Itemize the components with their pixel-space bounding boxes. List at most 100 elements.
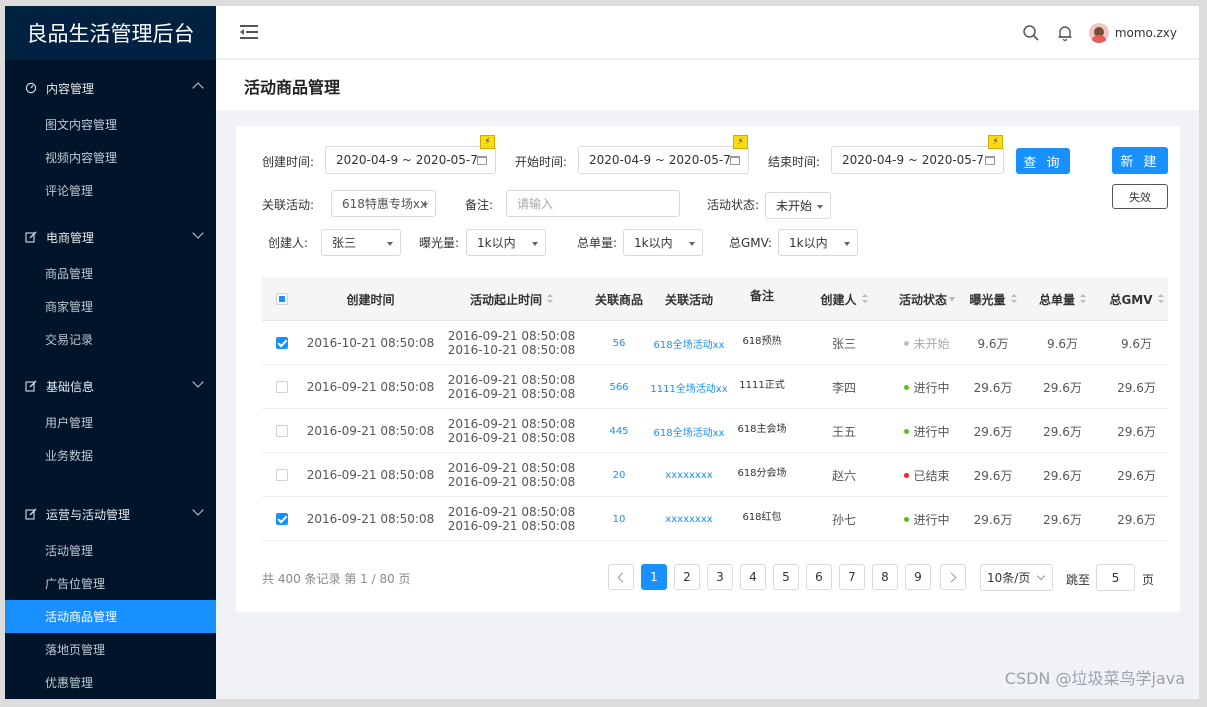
column-header-label: 创建人 [820, 292, 857, 307]
end-time-value: 2020-04-9 ~ 2020-05-7 [842, 153, 984, 167]
column-header[interactable]: 活动起止时间 [439, 277, 584, 321]
page-button[interactable]: 5 [773, 564, 799, 590]
creator-label: 创建人: [268, 236, 309, 250]
table-header: 创建时间 活动起止时间 关联商品 关联活动 备注 创建人 活动状态 曝光量 总单量 总GMV [262, 277, 1168, 321]
status-select[interactable]: 未开始 [765, 192, 831, 219]
sort-icon[interactable] [1010, 294, 1017, 304]
edit-icon [24, 230, 38, 244]
start-time-range[interactable]: 2020-04-9 ~ 2020-05-7 ⚡ [578, 135, 749, 174]
username[interactable]: momo.zxy [1115, 26, 1177, 40]
column-header[interactable]: 关联活动 [654, 277, 724, 321]
sidebar-group-3[interactable]: 运营与活动管理 [5, 494, 216, 534]
linked-activity-link[interactable]: 618全场活动xx [654, 336, 725, 351]
linked-goods-link[interactable]: 10 [613, 514, 626, 525]
status-dot [904, 340, 910, 346]
sidebar-group-label: 内容管理 [46, 81, 95, 96]
sort-icon[interactable] [1080, 294, 1086, 304]
column-header[interactable]: 曝光量 [966, 277, 1020, 321]
sidebar-item[interactable]: 图文内容管理 [5, 108, 216, 141]
sidebar-item[interactable]: 广告位管理 [5, 567, 216, 600]
filter-icon[interactable] [949, 296, 955, 302]
invalidate-button[interactable]: 失效 [1112, 184, 1168, 209]
column-header[interactable]: 关联商品 [584, 277, 654, 321]
page-button[interactable]: 1 [641, 564, 667, 590]
search-icon[interactable] [1021, 23, 1041, 43]
remark-input[interactable]: 请输入 [506, 190, 680, 217]
page-button[interactable]: 2 [674, 564, 700, 590]
orders-select[interactable]: 1k以内 [623, 229, 703, 256]
creator-select[interactable]: 张三 [321, 229, 401, 256]
sidebar-item[interactable]: 用户管理 [5, 406, 216, 439]
linked-activity-link[interactable]: xxxxxxxx [665, 470, 712, 481]
exposure-select[interactable]: 1k以内 [466, 229, 546, 256]
page-button[interactable]: 7 [839, 564, 865, 590]
sidebar-item[interactable]: 落地页管理 [5, 633, 216, 666]
jump-page-input[interactable]: 5 [1096, 564, 1135, 591]
column-header[interactable]: 创建人 [800, 277, 888, 321]
app-title: 良品生活管理后台 [5, 6, 216, 60]
sidebar-group-1[interactable]: 电商管理 [5, 217, 216, 257]
row-checkbox[interactable] [262, 453, 302, 497]
sort-icon[interactable] [1157, 294, 1164, 304]
page-button[interactable]: 8 [872, 564, 898, 590]
created-time-range[interactable]: 2020-04-9 ~ 2020-05-7 ⚡ [325, 135, 496, 174]
select-all-checkbox[interactable] [262, 277, 302, 321]
linked-activity-link[interactable]: xxxxxxxx [665, 514, 712, 525]
linked-activity: xxxxxxxx [654, 453, 724, 497]
linked-goods-link[interactable]: 20 [613, 470, 626, 481]
checkbox-unchecked [276, 381, 288, 393]
column-header[interactable]: 备注 [724, 277, 800, 321]
next-page-button[interactable] [940, 564, 966, 590]
sidebar-group-0[interactable]: 内容管理 [5, 68, 216, 108]
page-button[interactable]: 3 [707, 564, 733, 590]
activity-select[interactable]: 618特惠专场xx [331, 190, 436, 217]
page-size-select[interactable]: 10条/页 [980, 564, 1053, 591]
sidebar-item[interactable]: 业务数据 [5, 439, 216, 472]
table-row: 2016-09-21 08:50:08 2016-09-21 08:50:08 20… [262, 409, 1168, 453]
page-button[interactable]: 9 [905, 564, 931, 590]
linked-activity-link[interactable]: 618全场活动xx [654, 424, 725, 439]
create-button[interactable]: 新 建 [1112, 147, 1168, 174]
linked-activity-link[interactable]: 1111全场活动xx [650, 380, 727, 395]
linked-goods-link[interactable]: 56 [613, 338, 626, 349]
query-button[interactable]: 查 询 [1016, 148, 1070, 174]
creator: 李四 [831, 380, 856, 395]
row-checkbox[interactable] [262, 497, 302, 541]
bell-icon[interactable] [1055, 23, 1075, 43]
sort-icon[interactable] [547, 294, 553, 304]
prev-page-button[interactable] [608, 564, 634, 590]
column-header[interactable]: 总单量 [1020, 277, 1105, 321]
linked-activity: 1111全场活动xx [650, 365, 727, 409]
menu-fold-icon[interactable] [240, 24, 258, 40]
avatar[interactable] [1088, 22, 1109, 43]
gmv: 29.6万 [1117, 468, 1156, 483]
sidebar-item[interactable]: 优惠管理 [5, 666, 216, 699]
sidebar: 良品生活管理后台 内容管理图文内容管理 视频内容管理 评论管理电商管理 商品管理 商家管… [5, 6, 216, 699]
page-button[interactable]: 4 [740, 564, 766, 590]
exposure: 9.6万 [977, 336, 1009, 351]
row-checkbox[interactable] [262, 321, 302, 365]
sidebar-item[interactable]: 商家管理 [5, 290, 216, 323]
chevron-up-icon [192, 82, 204, 94]
sidebar-group-2[interactable]: 基础信息 [5, 366, 216, 406]
sidebar-item[interactable]: 视频内容管理 [5, 141, 216, 174]
row-checkbox[interactable] [262, 365, 302, 409]
linked-goods-link[interactable]: 566 [609, 382, 628, 393]
activity-period: 2016-09-21 08:50:08 2016-09-21 08:50:08 [439, 453, 584, 497]
sidebar-item[interactable]: 活动管理 [5, 534, 216, 567]
column-header[interactable]: 活动状态 [888, 277, 966, 321]
sidebar-item[interactable]: 活动商品管理 [5, 600, 216, 633]
sidebar-item[interactable]: 评论管理 [5, 174, 216, 207]
sort-icon[interactable] [861, 294, 868, 304]
sidebar-item[interactable]: 交易记录 [5, 323, 216, 356]
row-checkbox[interactable] [262, 409, 302, 453]
column-header[interactable]: 创建时间 [302, 277, 439, 321]
end-time-range[interactable]: 2020-04-9 ~ 2020-05-7 ⚡ [831, 135, 1004, 174]
creator: 孙七 [831, 512, 856, 527]
sidebar-item[interactable]: 商品管理 [5, 257, 216, 290]
orders-select-value: 1k以内 [634, 236, 673, 250]
column-header[interactable]: 总GMV [1105, 277, 1168, 321]
gmv-select[interactable]: 1k以内 [778, 229, 858, 256]
linked-goods-link[interactable]: 445 [609, 426, 628, 437]
page-button[interactable]: 6 [806, 564, 832, 590]
